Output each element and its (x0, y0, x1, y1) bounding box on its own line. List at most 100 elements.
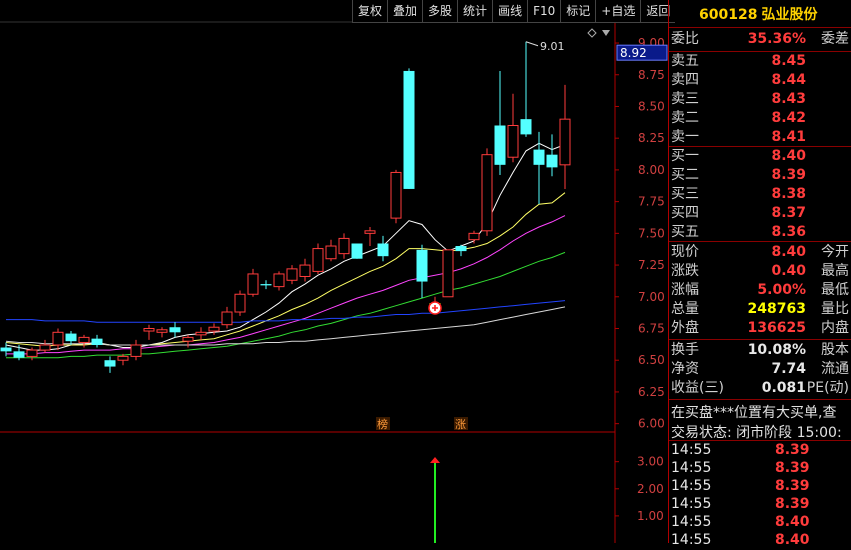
bid-level-label: 买一 (671, 148, 699, 164)
tick-row: 14:55 8.39 (671, 459, 851, 478)
fund-row-value: 7.74 (771, 361, 806, 377)
candle-body (195, 331, 207, 336)
candle-body (39, 344, 51, 351)
tick-price: 8.40 (775, 532, 810, 548)
candle-body (143, 328, 155, 332)
candle-body (312, 248, 324, 272)
stat-row-label: 涨跌 (671, 263, 699, 279)
fund-row: 收益(三) 0.081 PE(动) (671, 379, 851, 398)
ask-level-value: 8.43 (771, 91, 806, 107)
fund-row-value: 10.08% (747, 342, 806, 358)
divider (669, 339, 851, 340)
price-tick-label: 8.25 (638, 131, 665, 145)
stat-row: 总量 248763 量比 (671, 300, 851, 319)
candle-body (0, 347, 12, 352)
divider (669, 27, 851, 28)
trade-status: 交易状态: 闭市阶段 15:00: (671, 425, 842, 441)
stat-row: 外盘 136625 内盘 (671, 319, 851, 338)
candle-body (507, 125, 519, 158)
bid-level-value: 8.37 (771, 205, 806, 221)
order-ratio-label: 委比 (671, 31, 699, 47)
toolbar-button[interactable]: +自选 (595, 0, 641, 23)
big-order-notice[interactable]: 在买盘***位置有大买单,查 (671, 402, 851, 422)
toolbar-button[interactable]: 复权 (352, 0, 388, 23)
tick-time: 14:55 (671, 460, 712, 476)
stat-row-value: 5.00% (757, 282, 806, 298)
fund-row: 换手 10.08% 股本 (671, 341, 851, 360)
fund-row-label: 收益(三) (671, 380, 724, 396)
candle-body (13, 351, 25, 358)
bid-level-label: 买三 (671, 186, 699, 202)
bid-level-value: 8.40 (771, 148, 806, 164)
candle-body (546, 154, 558, 168)
candle-body (494, 125, 506, 165)
ask-level-value: 8.41 (771, 129, 806, 145)
stat-row-value: 248763 (747, 301, 806, 317)
tick-price: 8.39 (775, 442, 810, 458)
tick-price: 8.39 (775, 460, 810, 476)
tick-row: 14:55 8.40 (671, 531, 851, 550)
ask-level-label: 卖一 (671, 129, 699, 145)
toolbar-button[interactable]: 多股 (422, 0, 458, 23)
event-marker: 涨 (455, 418, 466, 431)
toolbar-button[interactable]: 叠加 (387, 0, 423, 23)
tick-time: 14:55 (671, 496, 712, 512)
price-tick-label: 6.75 (638, 322, 665, 336)
toolbar-button[interactable]: 统计 (457, 0, 493, 23)
divider (669, 241, 851, 242)
tick-row: 14:55 8.39 (671, 477, 851, 496)
candle-body (533, 149, 545, 165)
tick-time: 14:55 (671, 478, 712, 494)
candle-body (520, 119, 532, 135)
fund-row: 净资 7.74 流通 (671, 360, 851, 379)
candle-body (26, 349, 38, 357)
stat-row-label2: 最高 (821, 263, 849, 279)
stock-title: 600128 弘业股份 (699, 4, 817, 24)
candle-body (286, 268, 298, 281)
candle-body (273, 273, 285, 288)
volume-tick-label: 1.00 (637, 509, 664, 523)
candle-body (247, 273, 259, 295)
bid-level-value: 8.36 (771, 224, 806, 240)
bid-level: 买二 8.39 (671, 166, 851, 185)
volume-tick-label: 3.00 (637, 455, 664, 469)
candle-body (234, 293, 246, 313)
candle-body (364, 230, 376, 234)
ask-level-value: 8.42 (771, 110, 806, 126)
ask-level-value: 8.45 (771, 53, 806, 69)
fund-row-label2: PE(动) (806, 380, 849, 396)
candle-body (91, 338, 103, 345)
candle-body (169, 327, 181, 333)
stat-row-label2: 量比 (821, 301, 849, 317)
volume-tick-label: 2.00 (637, 482, 664, 496)
candle-body (260, 284, 272, 286)
candle-body (351, 243, 363, 259)
price-tick-label: 8.00 (638, 163, 665, 177)
toolbar-button[interactable]: F10 (527, 0, 561, 23)
candle-body (104, 360, 116, 367)
diamond-icon (587, 28, 597, 38)
stat-row-label2: 内盘 (821, 320, 849, 336)
ask-level-value: 8.44 (771, 72, 806, 88)
candle-body (208, 326, 220, 332)
candle-body (130, 344, 142, 357)
toolbar-button[interactable]: 画线 (492, 0, 528, 23)
price-tick-label: 6.25 (638, 385, 665, 399)
bid-level-label: 买二 (671, 167, 699, 183)
candle-body (325, 245, 337, 260)
fund-row-label2: 股本 (821, 342, 849, 358)
stat-row-label: 总量 (671, 301, 699, 317)
price-tick-label: 7.25 (638, 258, 665, 272)
candle-body (559, 118, 571, 166)
candle-body (377, 243, 389, 257)
toolbar-button[interactable]: 标记 (560, 0, 596, 23)
tick-time: 14:55 (671, 532, 712, 548)
candle-body (52, 331, 64, 346)
stat-row-label: 涨幅 (671, 282, 699, 298)
kline-chart[interactable]: 9.008.758.508.258.007.757.507.257.006.75… (0, 0, 668, 543)
moving-average-line (6, 215, 566, 355)
stock-code: 600128 (699, 7, 758, 23)
bid-level: 买五 8.36 (671, 223, 851, 242)
candle-body (156, 329, 168, 333)
ask-level: 卖一 8.41 (671, 128, 851, 147)
